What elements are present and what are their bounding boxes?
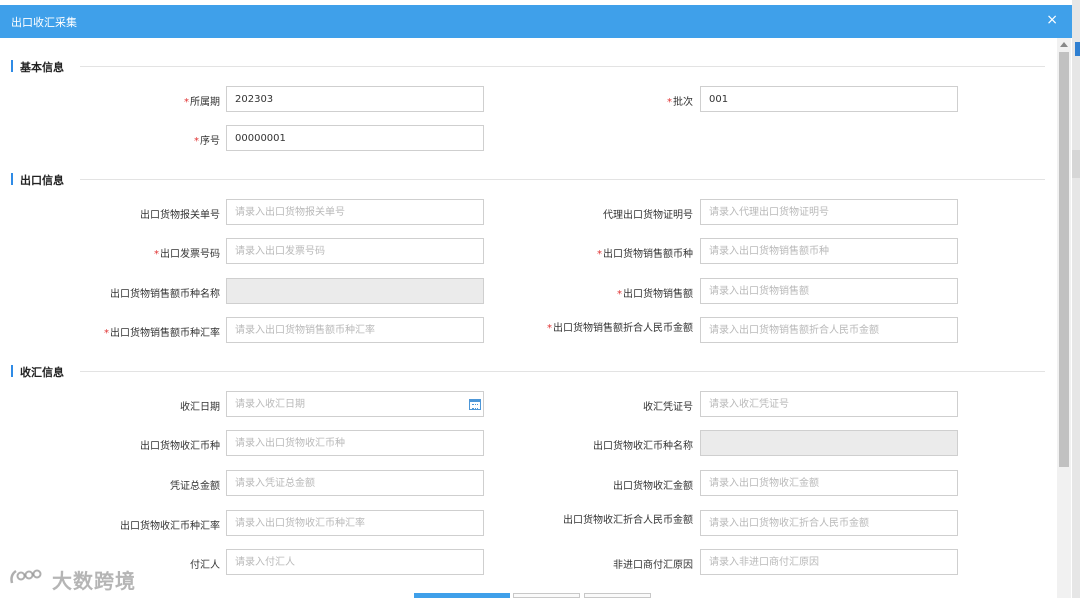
sales-currency-name-input	[226, 278, 484, 304]
field-label-receipt-date: 收汇日期	[180, 402, 220, 413]
field-label-period: *所属期	[184, 97, 220, 108]
section-divider	[80, 66, 1045, 67]
invoice-number-input[interactable]	[226, 238, 484, 264]
field-label-seq: *序号	[194, 136, 220, 147]
field-label-batch: *批次	[667, 97, 693, 108]
payer-input[interactable]	[226, 549, 484, 575]
field-label-voucher-total: 凭证总金额	[170, 481, 220, 492]
watermark-text: 大数跨境	[52, 569, 136, 593]
sales-currency-input[interactable]	[700, 238, 958, 264]
section-divider	[80, 179, 1045, 180]
receipt-exchange-rate-input[interactable]	[226, 510, 484, 536]
field-label-agent-cert: 代理出口货物证明号	[603, 210, 693, 221]
field-label-receipt-rmb: 出口货物收汇折合人民币金额	[563, 515, 693, 526]
field-label-receipt-voucher: 收汇凭证号	[643, 402, 693, 413]
background-page-strip	[1072, 0, 1080, 598]
section-title: 出口信息	[20, 174, 64, 187]
sales-exchange-rate-input[interactable]	[226, 317, 484, 343]
dialog-title: 出口收汇采集	[11, 16, 77, 29]
close-icon[interactable]: ×	[1046, 12, 1058, 28]
section-divider	[80, 371, 1045, 372]
field-label-receipt-amount: 出口货物收汇金额	[613, 481, 693, 492]
secondary-button[interactable]	[513, 593, 580, 598]
watermark-logo-icon	[10, 569, 42, 584]
field-label-receipt-currency-name: 出口货物收汇币种名称	[593, 441, 693, 452]
field-label-receipt-rate: 出口货物收汇币种汇率	[120, 521, 220, 532]
field-label-invoice-no: *出口发票号码	[154, 249, 220, 260]
field-label-sales-rmb: *出口货物销售额折合人民币金额	[547, 323, 693, 334]
scroll-up-arrow-icon[interactable]	[1060, 42, 1068, 47]
field-label-sales-rate: *出口货物销售额币种汇率	[104, 328, 220, 339]
section-accent-bar	[11, 365, 13, 377]
sales-amount-input[interactable]	[700, 278, 958, 304]
background-panel-edge	[1072, 150, 1080, 178]
dialog-titlebar: 出口收汇采集 ×	[0, 5, 1072, 38]
section-accent-bar	[11, 173, 13, 185]
agent-certificate-input[interactable]	[700, 199, 958, 225]
sales-rmb-amount-input[interactable]	[700, 317, 958, 343]
sequence-input[interactable]	[226, 125, 484, 151]
field-label-sales-currency-name: 出口货物销售额币种名称	[110, 289, 220, 300]
period-input[interactable]	[226, 86, 484, 112]
calendar-icon[interactable]	[469, 399, 481, 410]
field-label-sales-currency: *出口货物销售额币种	[597, 249, 693, 260]
background-tab-marker	[1075, 42, 1080, 56]
scrollbar-thumb[interactable]	[1059, 52, 1069, 467]
field-label-non-import-reason: 非进口商付汇原因	[613, 560, 693, 571]
batch-input[interactable]	[700, 86, 958, 112]
customs-declaration-input[interactable]	[226, 199, 484, 225]
save-button[interactable]	[414, 593, 510, 598]
cancel-button[interactable]	[584, 593, 651, 598]
dialog-scrollbar[interactable]	[1057, 38, 1071, 598]
field-label-receipt-currency: 出口货物收汇币种	[140, 441, 220, 452]
receipt-amount-input[interactable]	[700, 470, 958, 496]
section-accent-bar	[11, 60, 13, 72]
field-label-payer: 付汇人	[190, 560, 220, 571]
receipt-currency-name-input	[700, 430, 958, 456]
non-importer-reason-input[interactable]	[700, 549, 958, 575]
field-label-customs-no: 出口货物报关单号	[140, 210, 220, 221]
voucher-total-input[interactable]	[226, 470, 484, 496]
receipt-currency-input[interactable]	[226, 430, 484, 456]
field-label-sales-amount: *出口货物销售额	[617, 289, 693, 300]
receipt-rmb-amount-input[interactable]	[700, 510, 958, 536]
receipt-date-input[interactable]	[226, 391, 484, 417]
receipt-voucher-input[interactable]	[700, 391, 958, 417]
section-title: 收汇信息	[20, 366, 64, 379]
section-title: 基本信息	[20, 61, 64, 74]
